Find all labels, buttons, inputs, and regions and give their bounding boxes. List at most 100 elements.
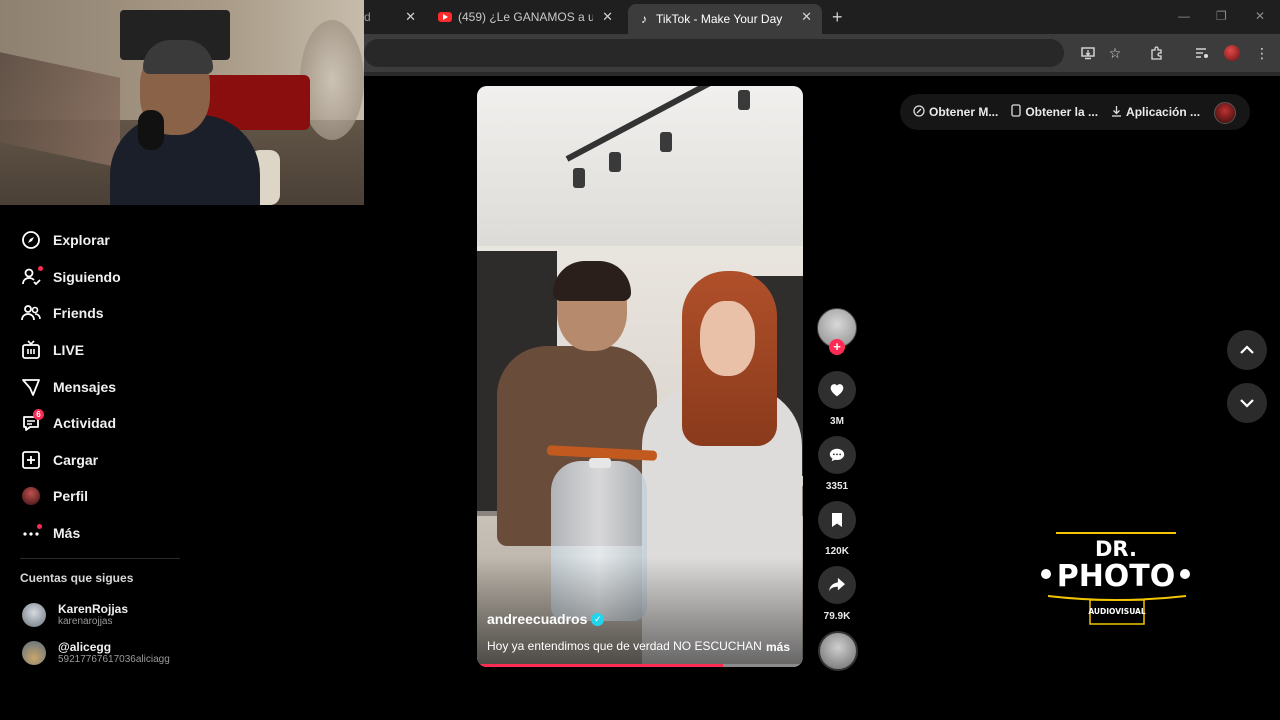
sidebar-item-label: Perfil xyxy=(53,488,89,505)
profile-avatar[interactable] xyxy=(1214,102,1236,124)
comment-button[interactable] xyxy=(818,436,856,474)
author-name: andreecuadros xyxy=(487,611,588,627)
avatar xyxy=(22,603,46,627)
caption-more-link[interactable]: más xyxy=(766,640,790,654)
music-disc[interactable] xyxy=(818,631,858,671)
friends-icon xyxy=(20,302,42,324)
upload-icon xyxy=(20,449,42,471)
watermark-logo: DR. PHOTO AUDIOVISUAL xyxy=(1040,530,1192,626)
share-button[interactable] xyxy=(818,566,856,604)
heart-icon xyxy=(830,384,844,397)
webcam-overlay xyxy=(0,0,364,205)
minimize-button[interactable]: — xyxy=(1178,9,1190,23)
video-progress-bar xyxy=(477,664,724,667)
video-author[interactable]: andreecuadros ✓ xyxy=(487,611,605,627)
address-bar[interactable] xyxy=(364,39,1064,67)
sidebar-item-mensajes[interactable]: Mensajes xyxy=(20,368,190,405)
live-icon xyxy=(20,339,42,361)
chevron-down-icon xyxy=(1240,399,1254,408)
bookmark-star-icon[interactable]: ☆ xyxy=(1105,43,1125,63)
following-icon xyxy=(20,265,43,288)
tab-tiktok[interactable]: ♪ TikTok - Make Your Day ✕ xyxy=(628,4,822,34)
following-section-title: Cuentas que sigues xyxy=(20,571,134,585)
sidebar-nav: Explorar Siguiendo Friends LIVE Mensajes… xyxy=(20,222,190,551)
sidebar-item-actividad[interactable]: 6 Actividad xyxy=(20,405,190,442)
phone-icon xyxy=(1011,104,1021,120)
sidebar-item-label: Mensajes xyxy=(53,378,117,395)
menu-kebab-icon[interactable]: ⋮ xyxy=(1252,43,1272,63)
like-count: 3M xyxy=(830,416,844,427)
activity-badge: 6 xyxy=(33,409,44,421)
sidebar-item-explorar[interactable]: Explorar xyxy=(20,222,190,259)
sidebar-item-label: LIVE xyxy=(53,342,85,359)
install-app-icon[interactable] xyxy=(1078,43,1098,63)
tab-title: (459) ¿Le GANAMOS a un MILA xyxy=(458,10,593,24)
notification-dot xyxy=(37,524,42,530)
extensions-icon[interactable] xyxy=(1147,43,1167,63)
maximize-button[interactable]: ❐ xyxy=(1216,9,1227,23)
chevron-up-icon xyxy=(1240,345,1254,354)
tab-close-icon[interactable]: ✕ xyxy=(405,10,416,23)
media-control-icon[interactable] xyxy=(1192,43,1212,63)
tab-title: d xyxy=(364,10,371,24)
logo-line1: DR. xyxy=(1095,537,1137,561)
sidebar-item-perfil[interactable]: Perfil xyxy=(20,478,190,515)
download-icon xyxy=(1111,105,1122,120)
bookmark-icon xyxy=(832,513,842,527)
sidebar-item-live[interactable]: LIVE xyxy=(20,332,190,369)
account-handle: karenarojjas xyxy=(58,616,113,627)
account-name: @alicegg xyxy=(58,640,112,654)
notification-dot xyxy=(38,265,43,271)
desktop-app-label: Aplicación ... xyxy=(1126,105,1201,119)
following-account[interactable]: KarenRojjas karenarojjas xyxy=(22,602,128,628)
activity-icon: 6 xyxy=(20,409,44,434)
toolbar-divider xyxy=(364,72,1280,76)
tiktok-icon: ♪ xyxy=(641,12,647,26)
share-count: 79.9K xyxy=(823,611,851,622)
sidebar-item-cargar[interactable]: Cargar xyxy=(20,442,190,479)
video-player[interactable]: andreecuadros ✓ Hoy ya entendimos que de… xyxy=(477,86,803,667)
logo-line3: AUDIOVISUAL xyxy=(1088,607,1146,616)
sidebar-item-label: Actividad xyxy=(53,415,117,432)
sidebar-item-friends[interactable]: Friends xyxy=(20,295,190,332)
sidebar-item-label: Cargar xyxy=(53,451,99,468)
share-icon xyxy=(829,577,845,592)
more-icon xyxy=(20,522,42,544)
tab-partial[interactable]: d ✕ xyxy=(364,0,426,34)
coin-icon xyxy=(913,104,925,120)
next-video-button[interactable] xyxy=(1227,383,1267,423)
video-caption: Hoy ya entendimos que de verdad NO ESCUC… xyxy=(487,639,762,653)
profile-avatar xyxy=(20,485,42,507)
follow-plus-icon[interactable]: + xyxy=(829,339,845,355)
verified-icon: ✓ xyxy=(591,612,605,626)
new-tab-button[interactable]: + xyxy=(832,8,843,26)
close-window-button[interactable]: ✕ xyxy=(1255,9,1265,23)
logo-line2: PHOTO xyxy=(1057,559,1176,594)
profile-avatar[interactable] xyxy=(1222,43,1242,63)
desktop-app-button[interactable]: Aplicación ... xyxy=(1111,105,1200,120)
tab-title: TikTok - Make Your Day xyxy=(656,12,783,26)
sidebar-item-siguiendo[interactable]: Siguiendo xyxy=(20,259,190,296)
sidebar-item-label: Más xyxy=(53,525,81,542)
get-coins-label: Obtener M... xyxy=(929,105,999,119)
tab-close-icon[interactable]: ✕ xyxy=(801,10,812,23)
previous-video-button[interactable] xyxy=(1227,330,1267,370)
sidebar-item-label: Explorar xyxy=(53,232,110,249)
avatar xyxy=(22,641,46,665)
tab-close-icon[interactable]: ✕ xyxy=(602,10,613,23)
account-name: KarenRojjas xyxy=(58,602,129,616)
get-app-label: Obtener la ... xyxy=(1025,105,1099,119)
save-button[interactable] xyxy=(818,501,856,539)
top-actions-bar: Obtener M... Obtener la ... Aplicación .… xyxy=(900,94,1250,130)
get-app-button[interactable]: Obtener la ... xyxy=(1011,104,1098,120)
like-button[interactable] xyxy=(818,371,856,409)
messages-icon xyxy=(20,376,42,398)
sidebar-divider xyxy=(20,558,180,559)
comment-icon xyxy=(829,448,845,462)
sidebar-item-mas[interactable]: Más xyxy=(20,515,190,552)
sidebar-item-label: Siguiendo xyxy=(53,268,121,285)
get-coins-button[interactable]: Obtener M... xyxy=(913,104,999,120)
following-account[interactable]: @alicegg 59217767617036aliciagg xyxy=(22,640,170,666)
tab-youtube[interactable]: (459) ¿Le GANAMOS a un MILA ✕ xyxy=(428,0,623,34)
sidebar-item-label: Friends xyxy=(53,305,104,322)
